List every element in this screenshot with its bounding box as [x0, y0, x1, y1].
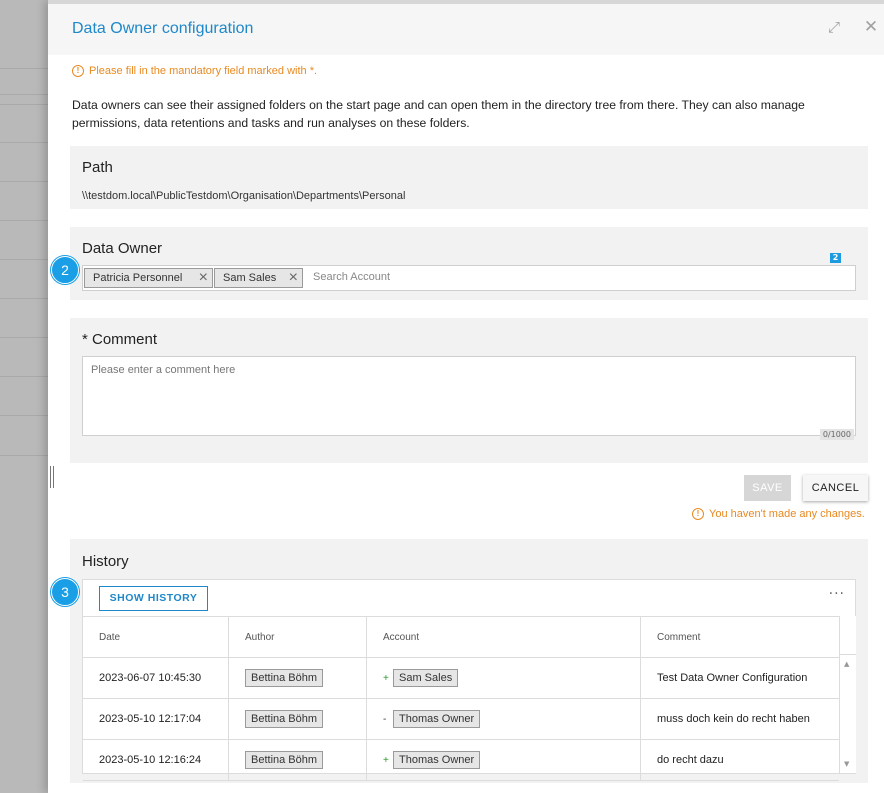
data-owner-section: Data Owner 2 Patricia Personnel × Sam Sa… [70, 227, 868, 300]
cell-date: 2023-05-10 12:16:24 [83, 739, 229, 781]
column-header-account[interactable]: Account [366, 616, 641, 658]
remove-chip-icon[interactable]: × [289, 269, 298, 287]
background-row [0, 376, 48, 377]
data-owner-label: Data Owner [82, 240, 163, 257]
author-tag: Bettina Böhm [245, 710, 324, 728]
background-row [0, 415, 48, 416]
cell-date: 2023-05-10 12:17:04 [83, 698, 229, 740]
table-row[interactable]: 2023-05-10 12:17:04 Bettina Böhm - Thomas… [83, 698, 839, 740]
data-owner-config-panel: Data Owner configuration ⤢ ✕ ! Please fi… [48, 0, 884, 793]
background-row [0, 220, 48, 221]
column-header-comment[interactable]: Comment [640, 616, 839, 658]
warning-icon: ! [72, 65, 84, 77]
scrollbar-header [840, 616, 856, 655]
path-value: \\testdom.local\PublicTestdom\Organisati… [82, 190, 406, 202]
table-row[interactable]: 2023-06-07 10:45:30 Bettina Böhm + Sam Sa… [83, 657, 839, 699]
background-row [0, 181, 48, 182]
path-section: Path \\testdom.local\PublicTestdom\Organ… [70, 146, 868, 209]
comment-section: * Comment 0/1000 [70, 318, 868, 463]
cell-comment: muss doch kein do recht haben [640, 698, 839, 740]
data-owner-input[interactable]: Patricia Personnel × Sam Sales × Search … [82, 265, 856, 291]
owner-chip: Patricia Personnel × [84, 268, 213, 288]
account-tag: Sam Sales [393, 669, 459, 687]
owner-count-badge: 2 [830, 253, 841, 263]
show-history-button[interactable]: SHOW HISTORY [99, 586, 208, 611]
cell-date: 2023-06-07 10:45:30 [83, 657, 229, 699]
save-button[interactable]: SAVE [744, 475, 791, 501]
table-scrollbar[interactable]: ▲ ▼ [839, 616, 856, 773]
cell-author: Bettina Böhm [228, 739, 367, 781]
background-row [0, 104, 48, 105]
history-label: History [82, 553, 129, 570]
no-changes-notice: ! You haven't made any changes. [692, 508, 865, 520]
warning-icon: ! [692, 508, 704, 520]
comment-field[interactable] [82, 356, 856, 436]
column-header-author[interactable]: Author [228, 616, 367, 658]
comment-label: * Comment [82, 331, 158, 348]
owner-chip: Sam Sales × [214, 268, 303, 288]
cell-account: + Sam Sales [366, 657, 641, 699]
no-changes-text: You haven't made any changes. [709, 508, 865, 520]
background-page [0, 0, 48, 793]
intro-text: Data owners can see their assigned folde… [72, 98, 805, 130]
panel-header: Data Owner configuration ⤢ ✕ [48, 0, 884, 55]
background-row [0, 259, 48, 260]
more-horizontal-icon[interactable]: ··· [829, 586, 845, 602]
mandatory-notice: ! Please fill in the mandatory field mar… [72, 65, 317, 77]
cell-comment: do recht dazu [640, 739, 839, 781]
background-row [0, 298, 48, 299]
background-row [0, 94, 48, 95]
comment-textarea[interactable] [83, 357, 855, 435]
search-account-input[interactable]: Search Account [313, 271, 390, 283]
history-card: SHOW HISTORY ··· Date Author Account Com… [82, 579, 856, 781]
added-sign: + [383, 673, 389, 684]
owner-chip-label: Patricia Personnel [93, 272, 183, 284]
step-badge-3: 3 [51, 578, 79, 606]
mandatory-notice-text: Please fill in the mandatory field marke… [89, 65, 318, 77]
background-row [0, 68, 48, 69]
remove-chip-icon[interactable]: × [199, 269, 208, 287]
cell-comment: Test Data Owner Configuration [640, 657, 839, 699]
account-tag: Thomas Owner [393, 751, 481, 769]
path-label: Path [82, 159, 113, 176]
author-tag: Bettina Böhm [245, 669, 324, 687]
author-tag: Bettina Böhm [245, 751, 324, 769]
table-row[interactable]: 2023-05-10 12:16:24 Bettina Böhm + Thomas… [83, 739, 839, 781]
background-row [0, 455, 48, 456]
history-table: Date Author Account Comment 2023-06-07 1… [83, 616, 839, 781]
cancel-button[interactable]: CANCEL [803, 475, 868, 501]
column-header-date[interactable]: Date [83, 616, 229, 658]
close-icon[interactable]: ✕ [863, 19, 879, 36]
scroll-down-icon[interactable]: ▼ [844, 760, 849, 768]
account-tag: Thomas Owner [393, 710, 481, 728]
background-row [0, 337, 48, 338]
owner-chip-label: Sam Sales [223, 272, 277, 284]
scroll-up-icon[interactable]: ▲ [844, 660, 849, 668]
cell-author: Bettina Böhm [228, 657, 367, 699]
panel-title: Data Owner configuration [72, 20, 254, 37]
resize-handle[interactable] [50, 466, 54, 488]
expand-icon[interactable]: ⤢ [826, 19, 842, 35]
cell-account: - Thomas Owner [366, 698, 641, 740]
step-badge-2: 2 [51, 256, 79, 284]
added-sign: + [383, 755, 389, 766]
cell-account: + Thomas Owner [366, 739, 641, 781]
removed-sign: - [383, 714, 387, 725]
cell-author: Bettina Böhm [228, 698, 367, 740]
char-count: 0/1000 [819, 429, 854, 440]
background-row [0, 142, 48, 143]
table-header-row: Date Author Account Comment [83, 616, 839, 658]
history-section: History SHOW HISTORY ··· Date Author Acc… [70, 539, 868, 783]
